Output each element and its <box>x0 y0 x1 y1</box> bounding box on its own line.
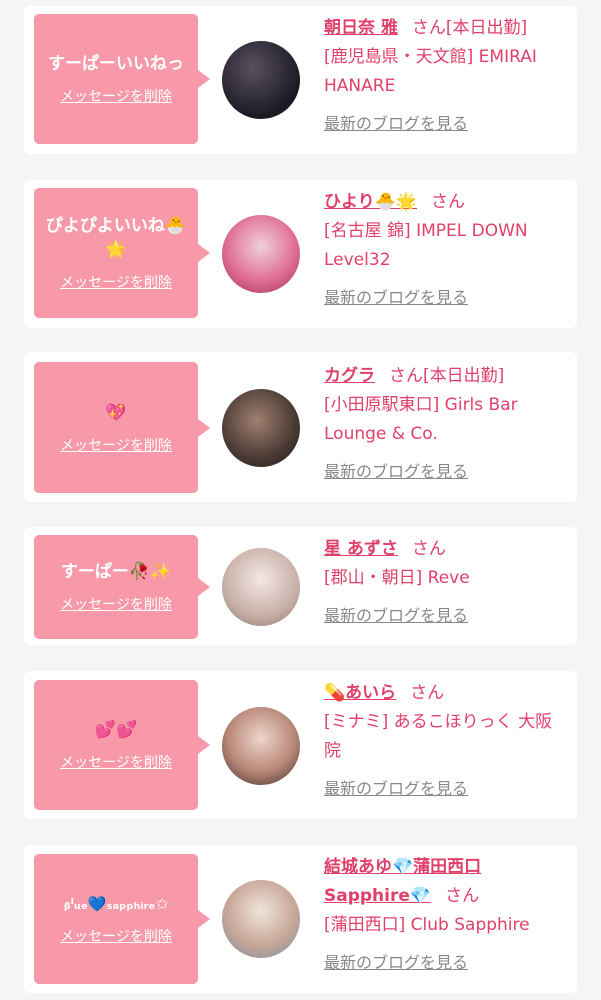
delete-message-link[interactable]: メッセージを削除 <box>60 926 172 946</box>
like-message: ぴよぴよいいね🐣🌟 <box>45 216 187 260</box>
honorific: さん <box>411 18 446 38</box>
honorific: さん <box>431 192 465 212</box>
message-bubble: ᵦˡᵤₑ💙ₛₐₚₚₕᵢᵣₑ✩ メッセージを削除 <box>34 854 210 984</box>
like-card: 💕💕 メッセージを削除 💊あいら さん [ミナミ] あるこほりっく 大阪院 最新の… <box>24 671 577 819</box>
delete-message-link[interactable]: メッセージを削除 <box>60 435 172 455</box>
like-message: すーぱー🥀✨ <box>60 562 172 582</box>
latest-blog-link[interactable]: 最新のブログを見る <box>324 457 468 486</box>
like-message-list: すーぱーいいねっ メッセージを削除 朝日奈 雅さん[本日出勤] [鹿児島県・天文… <box>0 0 601 1000</box>
latest-blog-link[interactable]: 最新のブログを見る <box>324 601 468 630</box>
latest-blog-link[interactable]: 最新のブログを見る <box>324 948 468 977</box>
honorific: さん <box>445 886 480 906</box>
cast-name-link[interactable]: カグラ <box>324 366 375 386</box>
avatar[interactable] <box>222 707 300 785</box>
honorific: さん <box>410 683 445 703</box>
shop-info: [ミナミ] あるこほりっく 大阪院 <box>324 712 553 761</box>
message-bubble: すーぱー🥀✨ メッセージを削除 <box>34 535 210 639</box>
profile-info: カグラ さん[本日出勤] [小田原駅東口] Girls Bar Lounge & … <box>324 362 564 487</box>
latest-blog-link[interactable]: 最新のブログを見る <box>324 109 468 138</box>
delete-message-link[interactable]: メッセージを削除 <box>60 86 172 106</box>
like-message: 💕💕 <box>94 720 138 740</box>
latest-blog-link[interactable]: 最新のブログを見る <box>324 283 468 312</box>
shop-info: [蒲田西口] Club Sapphire <box>324 915 530 935</box>
shop-info: [鹿児島県・天文館] EMIRAI HANARE <box>324 47 537 96</box>
profile-info: 星 あずさ さん [郡山・朝日] Reve 最新のブログを見る <box>324 535 564 631</box>
like-message: すーぱーいいねっ <box>48 54 184 74</box>
cast-name-link[interactable]: 💊あいら <box>324 683 396 703</box>
honorific: さん <box>411 539 446 559</box>
avatar[interactable] <box>222 548 300 626</box>
cast-name-link[interactable]: 星 あずさ <box>324 539 398 559</box>
avatar[interactable] <box>222 215 300 293</box>
message-bubble: 💕💕 メッセージを削除 <box>34 680 210 810</box>
profile-info: ひより🐣🌟 さん [名古屋 錦] IMPEL DOWN Level32 最新のブロ… <box>324 188 564 313</box>
like-card: すーぱーいいねっ メッセージを削除 朝日奈 雅さん[本日出勤] [鹿児島県・天文… <box>24 6 577 154</box>
like-message: 💖 <box>105 402 127 423</box>
profile-info: 結城あゆ💎蒲田西口Sapphire💎 さん [蒲田西口] Club Sapphir… <box>324 853 564 978</box>
delete-message-link[interactable]: メッセージを削除 <box>60 752 172 772</box>
avatar[interactable] <box>222 389 300 467</box>
shop-info: [小田原駅東口] Girls Bar Lounge & Co. <box>324 395 518 444</box>
shop-info: [郡山・朝日] Reve <box>324 568 470 588</box>
avatar[interactable] <box>222 41 300 119</box>
working-today-tag: [本日出勤] <box>423 366 505 386</box>
like-card: 💖 メッセージを削除 カグラ さん[本日出勤] [小田原駅東口] Girls Ba… <box>24 352 577 502</box>
message-bubble: 💖 メッセージを削除 <box>34 362 210 493</box>
like-card: ᵦˡᵤₑ💙ₛₐₚₚₕᵢᵣₑ✩ メッセージを削除 結城あゆ💎蒲田西口Sapphir… <box>24 845 577 993</box>
message-bubble: ぴよぴよいいね🐣🌟 メッセージを削除 <box>34 188 210 318</box>
honorific: さん <box>389 366 423 386</box>
profile-info: 朝日奈 雅さん[本日出勤] [鹿児島県・天文館] EMIRAI HANARE 最… <box>324 14 564 139</box>
like-message: ᵦˡᵤₑ💙ₛₐₚₚₕᵢᵣₑ✩ <box>63 895 169 913</box>
message-bubble: すーぱーいいねっ メッセージを削除 <box>34 14 210 144</box>
cast-name-link[interactable]: 朝日奈 雅 <box>324 18 398 38</box>
working-today-tag: [本日出勤] <box>445 18 528 38</box>
delete-message-link[interactable]: メッセージを削除 <box>60 272 172 292</box>
like-card: ぴよぴよいいね🐣🌟 メッセージを削除 ひより🐣🌟 さん [名古屋 錦] IMPEL… <box>24 180 577 328</box>
like-card: すーぱー🥀✨ メッセージを削除 星 あずさ さん [郡山・朝日] Reve 最新の… <box>24 527 577 645</box>
profile-info: 💊あいら さん [ミナミ] あるこほりっく 大阪院 最新のブログを見る <box>324 679 564 804</box>
shop-info: [名古屋 錦] IMPEL DOWN Level32 <box>324 221 528 270</box>
latest-blog-link[interactable]: 最新のブログを見る <box>324 774 468 803</box>
avatar[interactable] <box>222 880 300 958</box>
delete-message-link[interactable]: メッセージを削除 <box>60 594 172 614</box>
cast-name-link[interactable]: ひより🐣🌟 <box>324 192 417 212</box>
